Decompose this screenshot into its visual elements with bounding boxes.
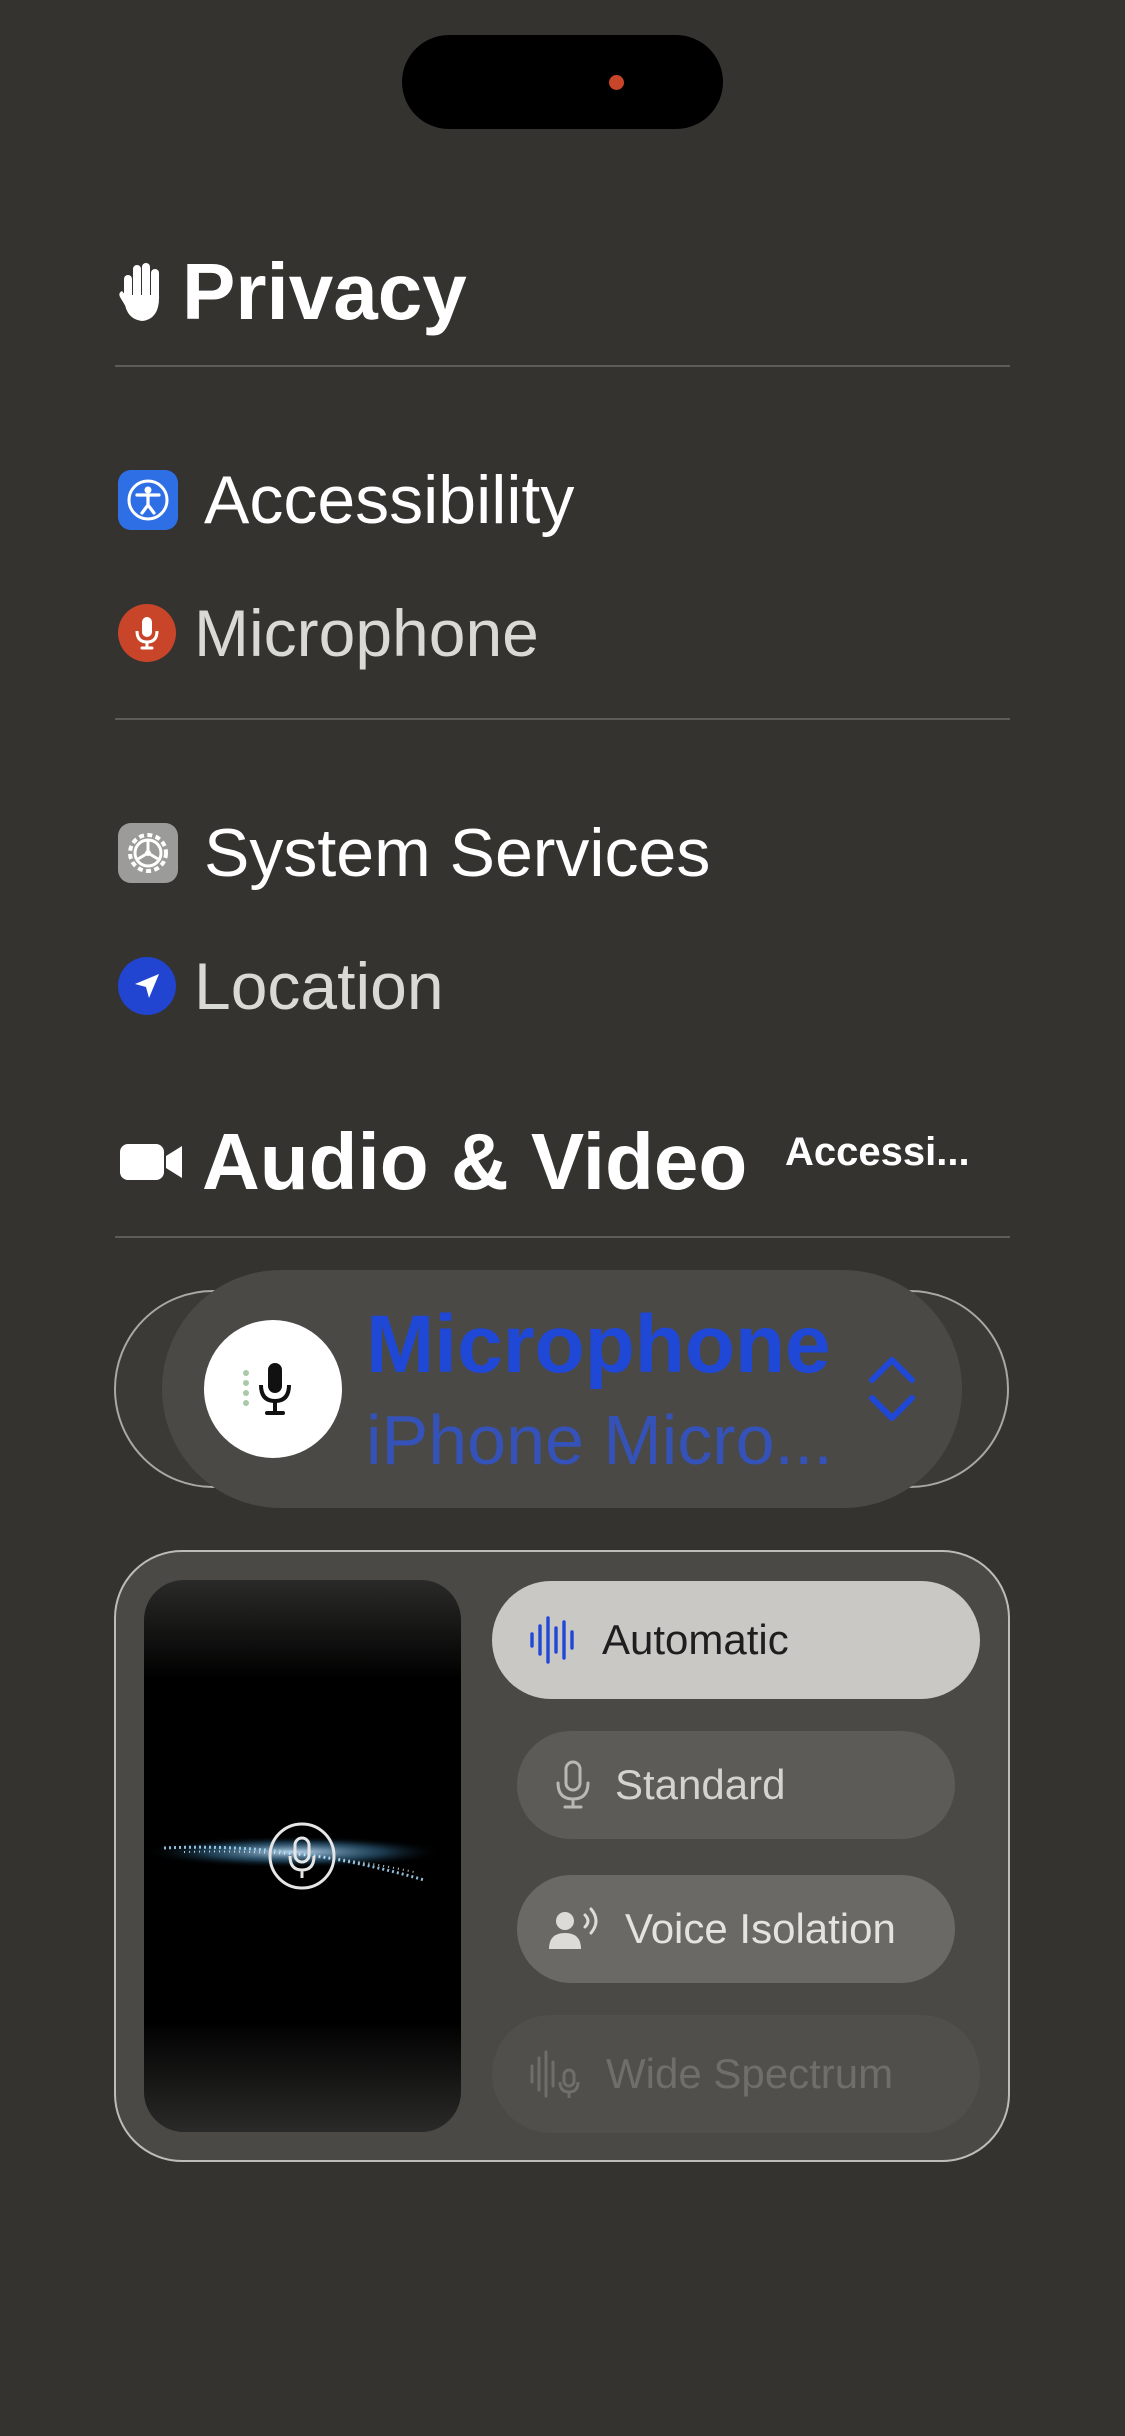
mode-label: Automatic xyxy=(602,1616,789,1663)
mic-mode-preview xyxy=(144,1580,461,2132)
dynamic-island xyxy=(402,35,723,129)
audio-video-title: Audio & Video xyxy=(202,1117,748,1206)
divider xyxy=(115,718,1010,720)
privacy-group-accessibility[interactable]: Accessibility xyxy=(118,455,574,545)
gear-icon xyxy=(118,823,178,883)
mic-circle-button[interactable] xyxy=(204,1320,342,1458)
mode-automatic-button[interactable]: Automatic xyxy=(492,1581,980,1699)
privacy-group-system-services[interactable]: System Services xyxy=(118,808,710,898)
waveform-icon xyxy=(528,1614,580,1666)
mic-selector-title: Microphone xyxy=(366,1299,831,1390)
privacy-item-microphone[interactable]: Microphone xyxy=(118,588,539,678)
divider xyxy=(115,1236,1010,1238)
audio-video-heading: Audio & Video xyxy=(118,1112,747,1212)
person-wave-icon xyxy=(547,1905,603,1953)
truncated-accessibility-label[interactable]: Accessi... xyxy=(785,1130,970,1175)
accessibility-icon xyxy=(118,470,178,530)
privacy-title: Privacy xyxy=(182,247,467,336)
mode-label: Wide Spectrum xyxy=(606,2050,894,2097)
mode-wide-spectrum-button[interactable]: Wide Spectrum xyxy=(492,2015,980,2133)
mode-label: Voice Isolation xyxy=(625,1905,896,1952)
hand-raised-icon xyxy=(118,261,164,323)
privacy-item-location[interactable]: Location xyxy=(118,941,444,1031)
chevron-up-down-icon[interactable] xyxy=(866,1352,918,1426)
mic-selector-device: iPhone Micro... xyxy=(366,1401,833,1479)
mode-voice-isolation-button[interactable]: Voice Isolation xyxy=(517,1875,955,1983)
microphone-icon xyxy=(238,1359,308,1419)
item-label: Location xyxy=(194,949,444,1023)
group-title: Accessibility xyxy=(204,462,575,538)
microphone-icon xyxy=(553,1759,593,1811)
privacy-heading: Privacy xyxy=(118,242,467,342)
divider xyxy=(115,365,1010,367)
mode-label: Standard xyxy=(615,1761,786,1808)
recording-indicator-dot xyxy=(609,75,624,90)
location-arrow-icon xyxy=(118,957,176,1015)
group-title: System Services xyxy=(204,815,711,891)
video-camera-icon xyxy=(118,1140,184,1184)
microphone-icon xyxy=(118,604,176,662)
waveform-mic-icon xyxy=(528,2048,584,2100)
mode-standard-button[interactable]: Standard xyxy=(517,1731,955,1839)
item-label: Microphone xyxy=(194,596,539,670)
